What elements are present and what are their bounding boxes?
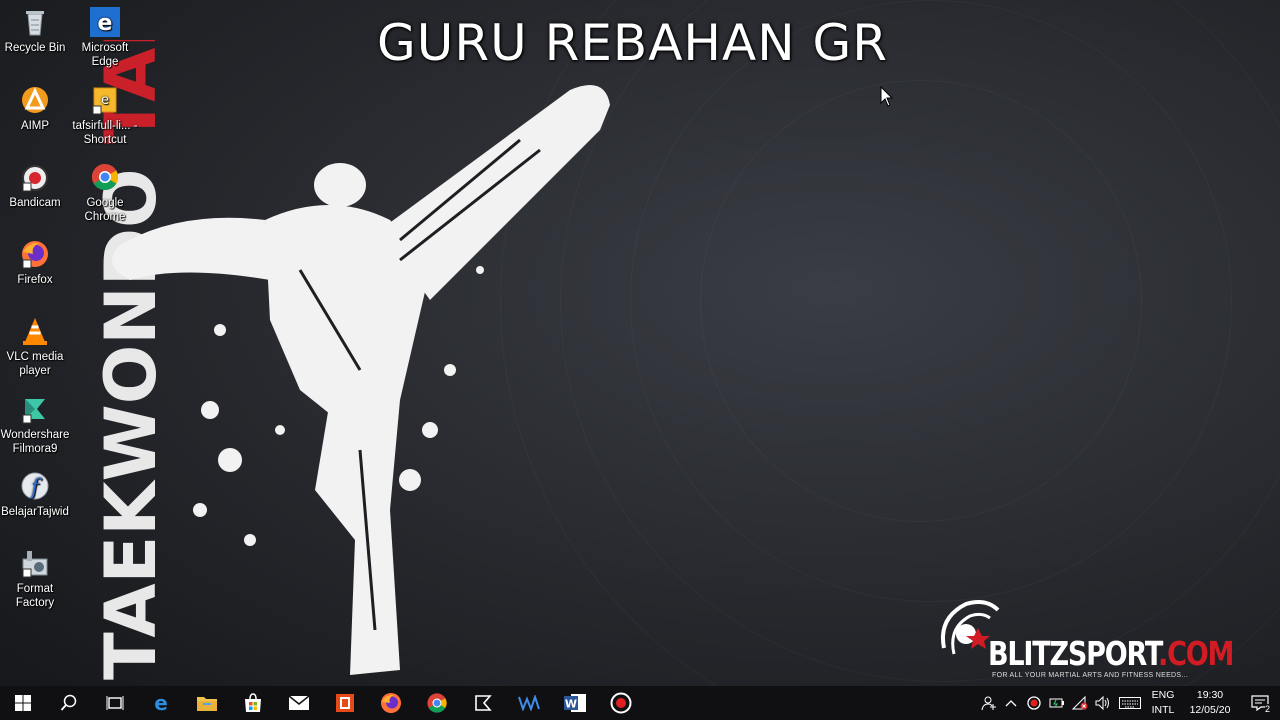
desktop-icon-label: VLC media player [6, 351, 64, 377]
tray-network[interactable] [1068, 686, 1091, 720]
filmora-icon [22, 399, 45, 424]
desktop-icon-label: Google Chrome [84, 197, 126, 223]
blitzsport-main: BLITZSPORT [988, 634, 1159, 673]
clock-time: 19:30 [1196, 689, 1224, 701]
desktop-icon-recycle-bin[interactable]: Recycle Bin [0, 6, 70, 55]
desktop-icon-vlc-media-player[interactable]: VLC media player [0, 315, 70, 378]
desktop-icon-label: AIMP [20, 120, 50, 132]
edge-icon: e [154, 693, 168, 713]
input-language-indicator[interactable]: ENG INTL [1146, 688, 1180, 718]
firefox-icon [381, 693, 401, 713]
network-disconnected-icon [1071, 696, 1087, 710]
taskbar-chrome[interactable] [414, 686, 460, 720]
tray-bandicam[interactable] [1022, 686, 1045, 720]
chrome-icon [427, 693, 447, 713]
taskbar-filmora[interactable] [460, 686, 506, 720]
desktop-icon-label: Format Factory [15, 583, 55, 609]
office-icon [336, 694, 354, 712]
record-icon [610, 692, 632, 714]
desktop-icon-belajartajwid[interactable]: f BelajarTajwid [0, 470, 70, 519]
flash-icon: f [21, 472, 49, 500]
desktop-icon-format-factory[interactable]: Format Factory [0, 547, 70, 610]
desktop-icon-microsoft-edge[interactable]: e Microsoft Edge [70, 6, 140, 69]
taskbar-bandicam[interactable] [598, 686, 644, 720]
task-view-icon [106, 696, 124, 710]
task-view-button[interactable] [92, 686, 138, 720]
clock[interactable]: 19:30 12/05/20 [1186, 688, 1234, 718]
blitzsport-tagline: FOR ALL YOUR MARTIAL ARTS AND FITNESS NE… [992, 672, 1189, 679]
desktop-icon-label: Recycle Bin [4, 42, 66, 54]
chrome-icon [91, 163, 119, 191]
taskbar-wavepad[interactable] [506, 686, 552, 720]
desktop-icon-google-chrome[interactable]: Google Chrome [70, 161, 140, 224]
desktop-icon-label: BelajarTajwid [1, 506, 69, 518]
tray-battery-saver[interactable] [1045, 686, 1068, 720]
wavepad-icon [518, 695, 540, 711]
desktop-icon-label: tafsirfull-li... - Shortcut [72, 120, 138, 146]
word-icon: W [564, 694, 586, 712]
mail-icon [288, 695, 310, 710]
action-center-button[interactable]: 2 [1240, 686, 1280, 720]
notification-count: 2 [1264, 704, 1270, 714]
svg-text:e: e [98, 11, 113, 36]
desktop: TAEKWONDO TAEKWONDO [0, 0, 1280, 686]
format-factory-icon [22, 551, 48, 578]
taskbar-file-explorer[interactable] [184, 686, 230, 720]
desktop-icon-label: Wondershare Filmora9 [0, 429, 70, 455]
system-tray: ENG INTL 19:30 12/05/20 2 [977, 686, 1280, 720]
mouse-cursor-icon [880, 86, 894, 107]
people-button[interactable] [977, 686, 1000, 720]
taskbar-edge[interactable]: e [138, 686, 184, 720]
blitzsport-logo: BLITZSPORT.COM FOR ALL YOUR MARTIAL ARTS… [936, 598, 1234, 686]
search-icon [60, 694, 77, 711]
taskbar-mail[interactable] [276, 686, 322, 720]
speaker-icon [1095, 696, 1109, 710]
taskbar: e W ENG INTL 19:30 12/05/20 2 [0, 686, 1280, 720]
tray-volume[interactable] [1091, 686, 1114, 720]
start-button[interactable] [0, 686, 46, 720]
blitzsport-suffix: .COM [1158, 634, 1234, 673]
shortcut-file-icon: e [92, 87, 117, 115]
firefox-icon [22, 241, 48, 269]
store-icon [245, 693, 261, 712]
aimp-icon [22, 87, 48, 113]
edge-icon: e [90, 7, 120, 37]
language-code: ENG [1151, 689, 1175, 701]
folder-icon [197, 697, 217, 711]
desktop-icon-label: Firefox [17, 274, 53, 286]
desktop-icon-aimp[interactable]: AIMP [0, 84, 70, 133]
filmora-icon [475, 695, 492, 711]
taskbar-firefox[interactable] [368, 686, 414, 720]
taskbar-store[interactable] [230, 686, 276, 720]
svg-text:W: W [565, 698, 577, 711]
fighter-silhouette-illustration [112, 85, 610, 675]
record-icon [1026, 696, 1041, 710]
keyboard-icon [1119, 697, 1141, 709]
windows-logo-icon [15, 695, 31, 711]
desktop-icon-firefox[interactable]: Firefox [0, 238, 70, 287]
overlay-title: GURU REBAHAN GR [377, 14, 888, 72]
search-button[interactable] [46, 686, 92, 720]
keyboard-layout: INTL [1151, 704, 1175, 716]
taskbar-office[interactable] [322, 686, 368, 720]
chevron-up-icon [1005, 700, 1017, 707]
svg-text:e: e [154, 693, 168, 713]
taskbar-word[interactable]: W [552, 686, 598, 720]
desktop-icon-label: Bandicam [9, 197, 61, 209]
recycle-bin-icon [26, 11, 44, 36]
desktop-icon-bandicam[interactable]: Bandicam [0, 161, 70, 210]
svg-text:e: e [101, 93, 109, 108]
battery-charging-icon [1049, 698, 1064, 708]
desktop-icon-tafsirfull-shortcut[interactable]: e tafsirfull-li... - Shortcut [70, 84, 140, 147]
tray-touch-keyboard[interactable] [1114, 686, 1146, 720]
blitzsport-wordmark: BLITZSPORT.COM [988, 634, 1234, 673]
vlc-icon [23, 318, 47, 345]
hidden-icons-button[interactable] [1000, 686, 1022, 720]
wallpaper-swirl [700, 80, 1142, 522]
desktop-icon-wondershare-filmora9[interactable]: Wondershare Filmora9 [0, 393, 70, 456]
people-icon [981, 696, 996, 711]
desktop-icon-label: Microsoft Edge [81, 42, 129, 68]
bandicam-icon [22, 165, 48, 192]
clock-date: 12/05/20 [1189, 704, 1231, 716]
